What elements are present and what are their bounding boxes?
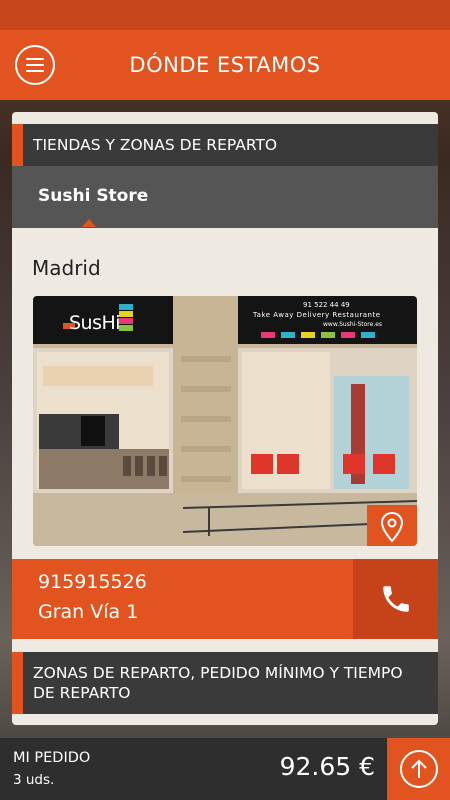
store-phone[interactable]: 915915526 — [38, 571, 147, 593]
page-title: DÓNDE ESTAMOS — [129, 53, 321, 77]
location-button[interactable] — [367, 505, 417, 546]
sign-web: www.Sushi-Store.es — [323, 321, 383, 328]
call-button[interactable] — [353, 559, 438, 639]
order-label: MI PEDIDO — [13, 750, 91, 766]
delivery-section-header[interactable]: ZONAS DE REPARTO, PEDIDO MÍNIMO Y TIEMPO… — [12, 652, 438, 714]
tab-indicator — [82, 219, 96, 227]
tab-sushi-store[interactable]: Sushi Store — [12, 166, 438, 228]
order-units: 3 uds. — [13, 772, 55, 788]
sign-logo: SusHi — [69, 312, 121, 334]
order-total: 92.65 € — [279, 752, 375, 781]
order-footer: MI PEDIDO 3 uds. 92.65 € — [0, 738, 450, 800]
arrow-up-icon — [399, 750, 438, 788]
map-pin-icon — [380, 511, 404, 543]
store-city: Madrid — [32, 256, 101, 280]
store-card: TIENDAS Y ZONAS DE REPARTO Sushi Store M… — [12, 112, 438, 725]
store-address: Gran Vía 1 — [38, 601, 139, 623]
tab-label: Sushi Store — [38, 186, 149, 206]
menu-button[interactable] — [15, 45, 55, 85]
hamburger-menu-icon — [26, 58, 44, 60]
storefront-photo: SusHi 91 522 44 49 Take Away Delivery Re… — [33, 296, 417, 546]
phone-icon — [382, 586, 409, 612]
expand-order-button[interactable] — [387, 738, 450, 800]
app-header: DÓNDE ESTAMOS — [0, 30, 450, 100]
sign-phone: 91 522 44 49 — [303, 301, 350, 309]
status-bar — [0, 0, 450, 30]
stores-section-header[interactable]: TIENDAS Y ZONAS DE REPARTO — [12, 124, 438, 166]
sign-services: Take Away Delivery Restaurante — [253, 311, 381, 319]
contact-band: 915915526 Gran Vía 1 — [12, 559, 438, 639]
